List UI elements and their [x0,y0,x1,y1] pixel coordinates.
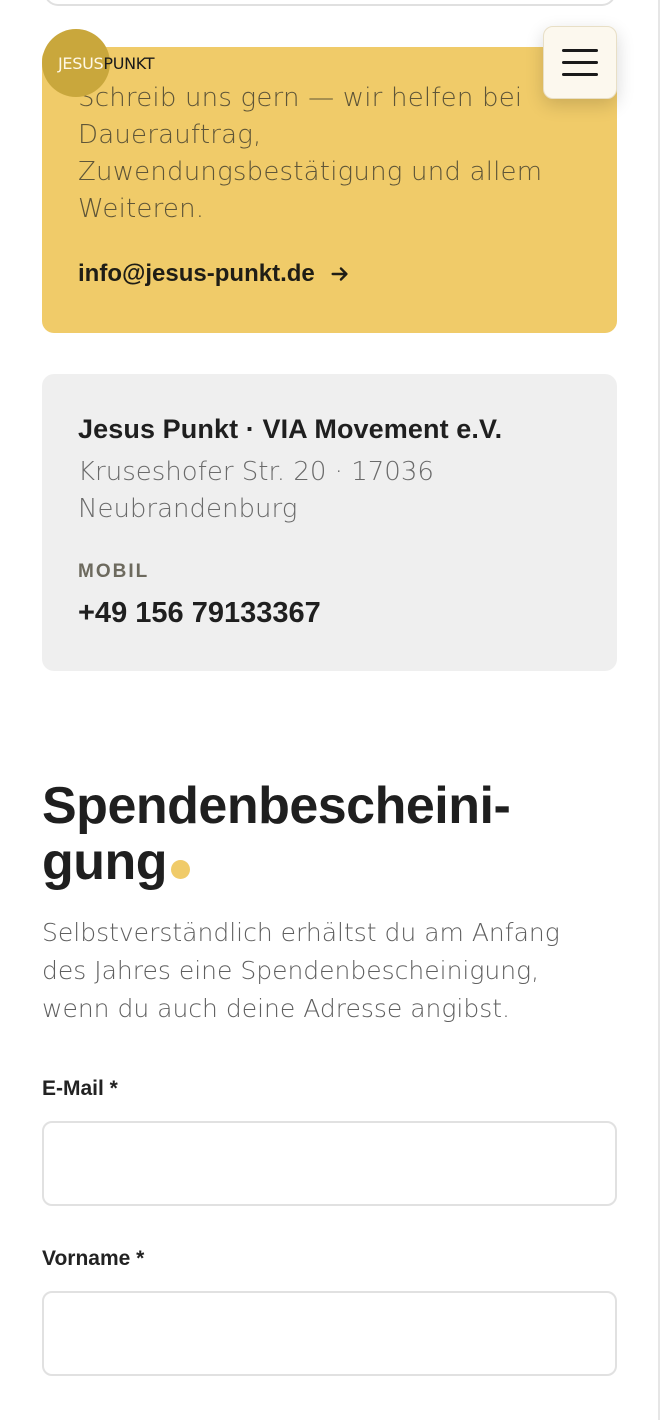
email-field-label: E-Mail * [42,1077,118,1100]
firstname-field-label: Vorname * [42,1247,145,1270]
address-card: Jesus Punkt · VIA Movement e.V. Krusesho… [42,374,617,671]
section-title-line1: Spendenbescheini- [42,777,511,835]
logo-text: JESUSPUNKT [58,53,155,73]
menu-button[interactable] [543,26,617,99]
email-field[interactable] [42,1121,617,1206]
organization-name: Jesus Punkt · VIA Movement e.V. [78,414,503,444]
title-accent-dot [171,860,191,879]
hamburger-menu-icon [562,48,598,78]
contact-card-text: Schreib uns gern — wir helfen bei Dauera… [78,83,543,224]
organization-address: Kruseshofer Str. 20 · 17036 Neubrandenbu… [78,457,434,524]
firstname-field[interactable] [42,1291,617,1376]
logo-word-punkt: PUNKT [103,53,155,73]
section-description: Selbstverständlich erhältst du am Anfang… [42,918,560,1023]
previous-card-edge [44,0,616,6]
site-logo[interactable]: JESUSPUNKT [42,29,155,97]
phone-link[interactable]: +49 156 79133367 [78,597,321,630]
mobil-label: MOBIL [78,561,150,582]
logo-word-jesus: JESUS [58,53,104,73]
arrow-right-icon [331,267,348,281]
section-title-line2: gung [42,833,168,891]
email-link[interactable]: info@jesus-punkt.de [78,260,351,288]
email-link-label: info@jesus-punkt.de [78,260,315,287]
section-title: Spendenbescheini-gung [42,778,602,890]
